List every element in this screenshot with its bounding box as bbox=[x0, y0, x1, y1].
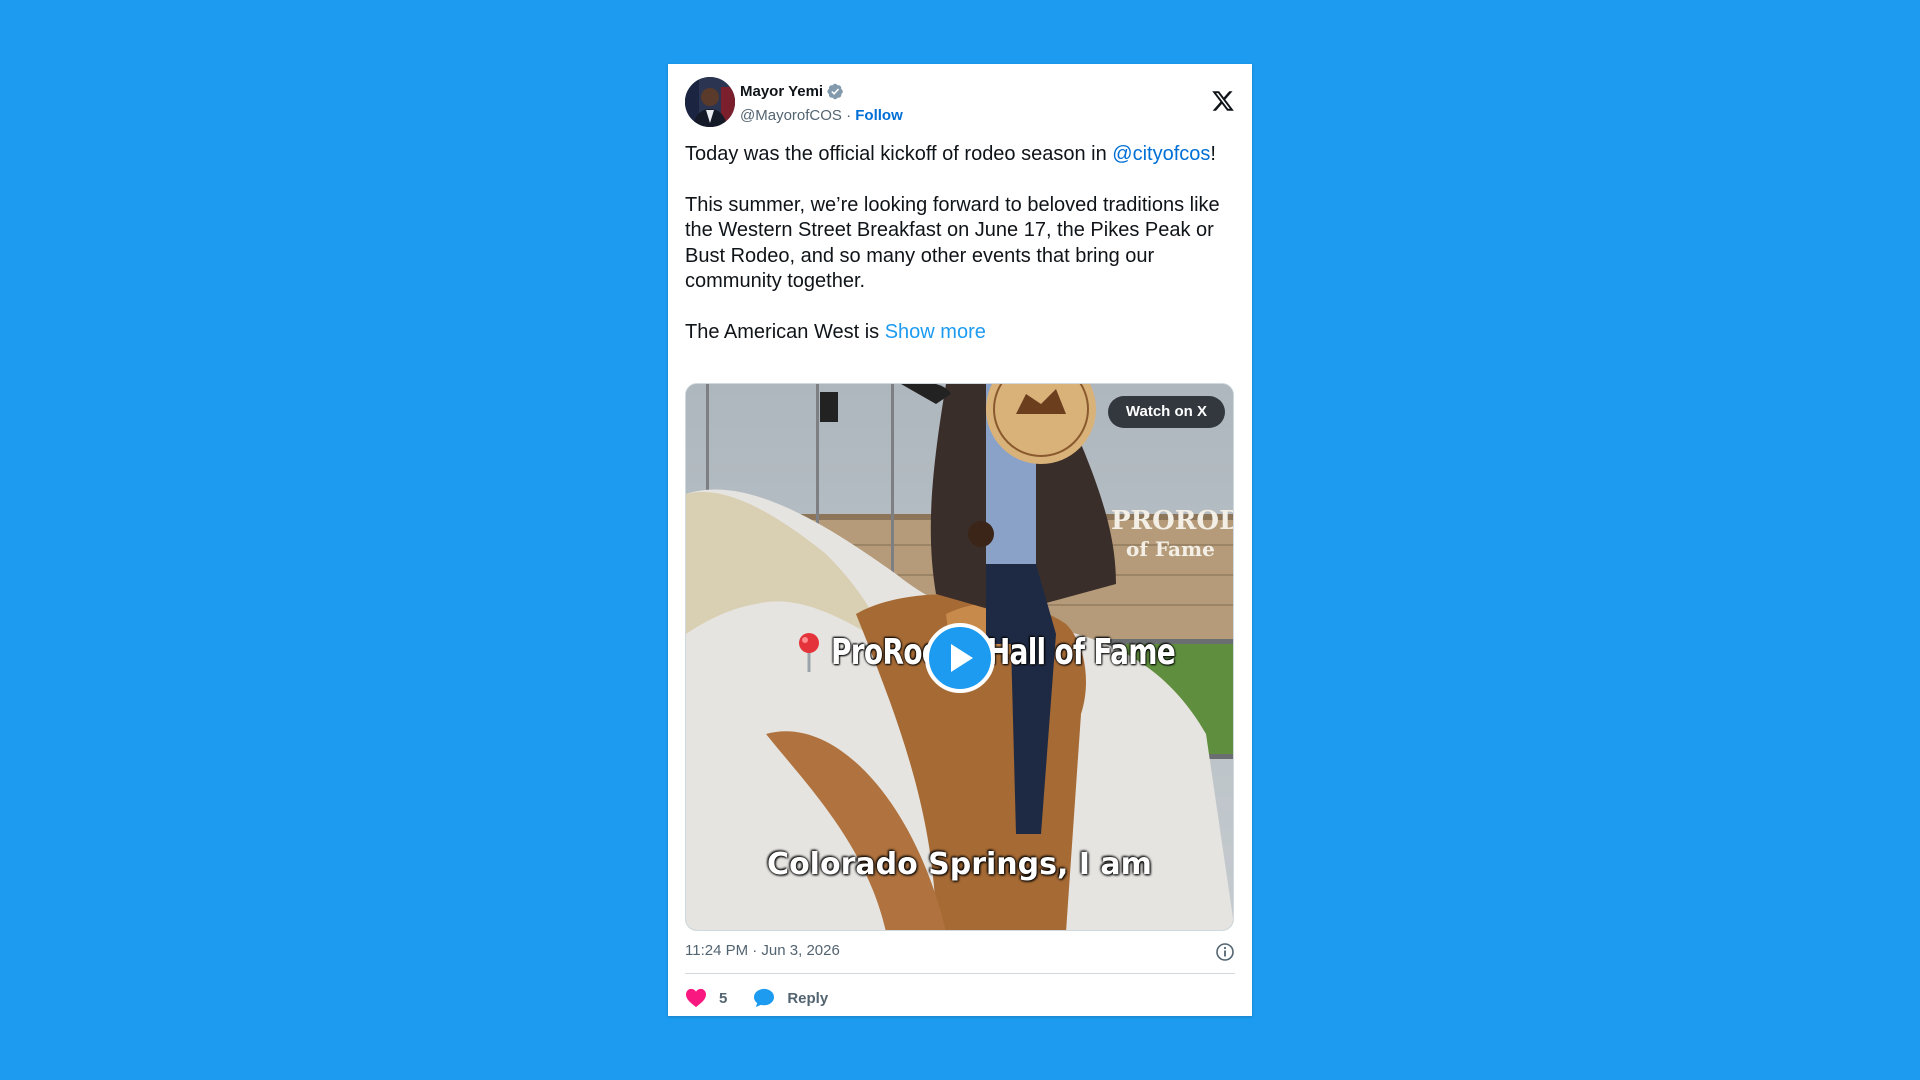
timestamp-link[interactable]: 11:24 PM · Jun 3, 2026 bbox=[685, 942, 840, 959]
video-thumbnail[interactable]: PRORODE of Fame ProRodeo Hall of Fa bbox=[685, 383, 1234, 931]
reply-bubble-icon bbox=[754, 988, 775, 1008]
tweet-meta: 11:24 PM · Jun 3, 2026 bbox=[685, 942, 1235, 964]
reply-label: Reply bbox=[787, 989, 829, 1007]
map-pin-icon bbox=[796, 632, 822, 672]
tweet-paragraph-2: This summer, we’re looking forward to be… bbox=[685, 193, 1220, 293]
tweet-paragraph-3: The American West is Show more bbox=[685, 320, 986, 343]
video-caption-bottom: Colorado Springs, I am bbox=[767, 847, 1152, 882]
reply-button[interactable]: Reply bbox=[753, 988, 828, 1008]
show-more-link[interactable]: Show more bbox=[885, 321, 986, 343]
like-count: 5 bbox=[719, 989, 728, 1007]
play-button[interactable] bbox=[925, 623, 995, 693]
x-logo-icon[interactable] bbox=[1211, 89, 1235, 113]
avatar[interactable] bbox=[685, 77, 735, 127]
follow-link[interactable]: Follow bbox=[855, 107, 903, 124]
watch-on-x-button[interactable]: Watch on X bbox=[1107, 396, 1225, 428]
separator-dot: · bbox=[846, 107, 852, 124]
tweet-embed-card: Mayor Yemi @MayorofCOS · Follow Today wa… bbox=[668, 64, 1252, 1016]
tweet-text: Today was the official kickoff of rodeo … bbox=[685, 142, 1235, 345]
verified-badge-icon bbox=[827, 83, 844, 100]
divider bbox=[685, 973, 1235, 974]
tweet-paragraph-1: Today was the official kickoff of rodeo … bbox=[685, 143, 1216, 165]
video-caption-top: ProRodeo Hall of Fame bbox=[831, 632, 1176, 673]
svg-text:of Fame: of Fame bbox=[1126, 537, 1215, 561]
like-button[interactable]: 5 bbox=[685, 988, 727, 1008]
info-icon[interactable] bbox=[1215, 942, 1235, 962]
mention-link[interactable]: @cityofcos bbox=[1112, 143, 1210, 165]
play-icon bbox=[951, 644, 973, 672]
svg-text:PRORODE: PRORODE bbox=[1111, 506, 1234, 536]
tweet-header: Mayor Yemi @MayorofCOS · Follow bbox=[685, 77, 1235, 131]
tweet-actions: 5 Reply bbox=[685, 982, 828, 1014]
author-name[interactable]: Mayor Yemi bbox=[740, 83, 823, 100]
heart-icon bbox=[686, 988, 706, 1008]
author-handle[interactable]: @MayorofCOS bbox=[740, 107, 842, 124]
